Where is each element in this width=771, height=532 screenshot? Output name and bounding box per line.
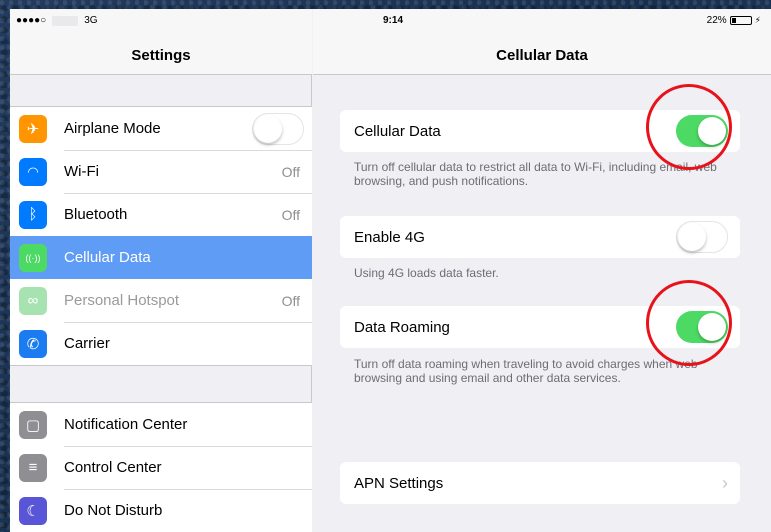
- sidebar-item-do-not-disturb[interactable]: ☾ Do Not Disturb: [10, 489, 312, 532]
- sidebar-item-control-center[interactable]: ≡ Control Center: [10, 446, 312, 489]
- sidebar-item-airplane-mode[interactable]: ✈ Airplane Mode: [10, 107, 312, 150]
- toggle-knob: [254, 114, 282, 143]
- detail-pane: 9:14 22% ⚡ Cellular Data Cellular Data T…: [313, 9, 771, 532]
- settings-group-connectivity: ✈ Airplane Mode ◠ Wi-Fi Off ᛒ Bluetooth …: [10, 106, 312, 366]
- settings-group-system: ▢ Notification Center ≡ Control Center ☾…: [10, 402, 312, 532]
- sidebar-item-label: Notification Center: [64, 416, 188, 433]
- page-title: Cellular Data: [496, 47, 588, 64]
- airplane-mode-toggle[interactable]: [252, 112, 304, 145]
- sidebar-item-label: Wi-Fi: [64, 163, 99, 180]
- battery-percent: 22%: [706, 15, 727, 26]
- sidebar-item-label: Cellular Data: [64, 249, 151, 266]
- sidebar-item-wifi[interactable]: ◠ Wi-Fi Off: [10, 150, 312, 193]
- enable-4g-row: Enable 4G: [340, 216, 740, 258]
- sidebar-item-personal-hotspot[interactable]: ∞ Personal Hotspot Off: [10, 279, 312, 322]
- sidebar-item-notification-center[interactable]: ▢ Notification Center: [10, 403, 312, 446]
- hotspot-status-value: Off: [281, 292, 300, 309]
- chevron-right-icon: ›: [722, 472, 728, 493]
- cellular-icon: ((·)): [19, 243, 47, 272]
- notification-icon: ▢: [19, 410, 47, 439]
- wifi-icon: ◠: [19, 157, 47, 186]
- bluetooth-status-value: Off: [281, 206, 300, 223]
- enable-4g-toggle[interactable]: [676, 221, 728, 253]
- hotspot-icon: ∞: [19, 286, 47, 315]
- sidebar-item-cellular-data[interactable]: ((·)) Cellular Data: [10, 236, 312, 279]
- detail-navbar: 9:14 22% ⚡ Cellular Data: [313, 9, 771, 75]
- annotation-circle-cellular-data: [646, 84, 732, 170]
- sidebar-title: Settings: [131, 47, 191, 64]
- settings-sidebar: ●●●●○ 3G Settings ✈ Airplane Mode ◠ Wi-F…: [10, 9, 312, 532]
- sidebar-item-bluetooth[interactable]: ᛒ Bluetooth Off: [10, 193, 312, 236]
- network-type: 3G: [84, 15, 98, 26]
- enable-4g-label: Enable 4G: [354, 228, 425, 246]
- sidebar-navbar: ●●●●○ 3G Settings: [10, 9, 312, 75]
- sidebar-item-label: Do Not Disturb: [64, 502, 163, 519]
- charging-icon: ⚡: [754, 15, 761, 25]
- battery-icon: [729, 16, 752, 25]
- data-roaming-label: Data Roaming: [354, 318, 450, 336]
- status-battery: 22% ⚡: [707, 15, 761, 26]
- phone-icon: ✆: [19, 329, 47, 358]
- control-center-icon: ≡: [19, 453, 47, 482]
- status-time: 9:14: [383, 15, 404, 26]
- signal-icon: ●●●●○: [16, 15, 47, 26]
- cellular-data-label: Cellular Data: [354, 122, 441, 140]
- sidebar-item-label: Airplane Mode: [64, 120, 161, 137]
- enable-4g-note: Using 4G loads data faster.: [354, 266, 499, 280]
- wifi-status-value: Off: [281, 163, 300, 180]
- sidebar-item-carrier[interactable]: ✆ Carrier: [10, 322, 312, 365]
- annotation-circle-data-roaming: [646, 280, 732, 366]
- status-bar-left: ●●●●○ 3G: [16, 15, 98, 26]
- apn-settings-row[interactable]: APN Settings ›: [340, 462, 740, 504]
- sidebar-item-label: Carrier: [64, 335, 110, 352]
- ipad-screen: ●●●●○ 3G Settings ✈ Airplane Mode ◠ Wi-F…: [10, 9, 771, 532]
- apn-settings-label: APN Settings: [354, 474, 444, 492]
- airplane-icon: ✈: [19, 114, 47, 143]
- moon-icon: ☾: [19, 496, 47, 525]
- sidebar-item-label: Personal Hotspot: [64, 292, 180, 309]
- sidebar-item-label: Bluetooth: [64, 206, 128, 223]
- sidebar-item-label: Control Center: [64, 459, 162, 476]
- carrier-name-redacted: [52, 15, 79, 26]
- bluetooth-icon: ᛒ: [19, 200, 47, 229]
- toggle-knob: [678, 223, 706, 251]
